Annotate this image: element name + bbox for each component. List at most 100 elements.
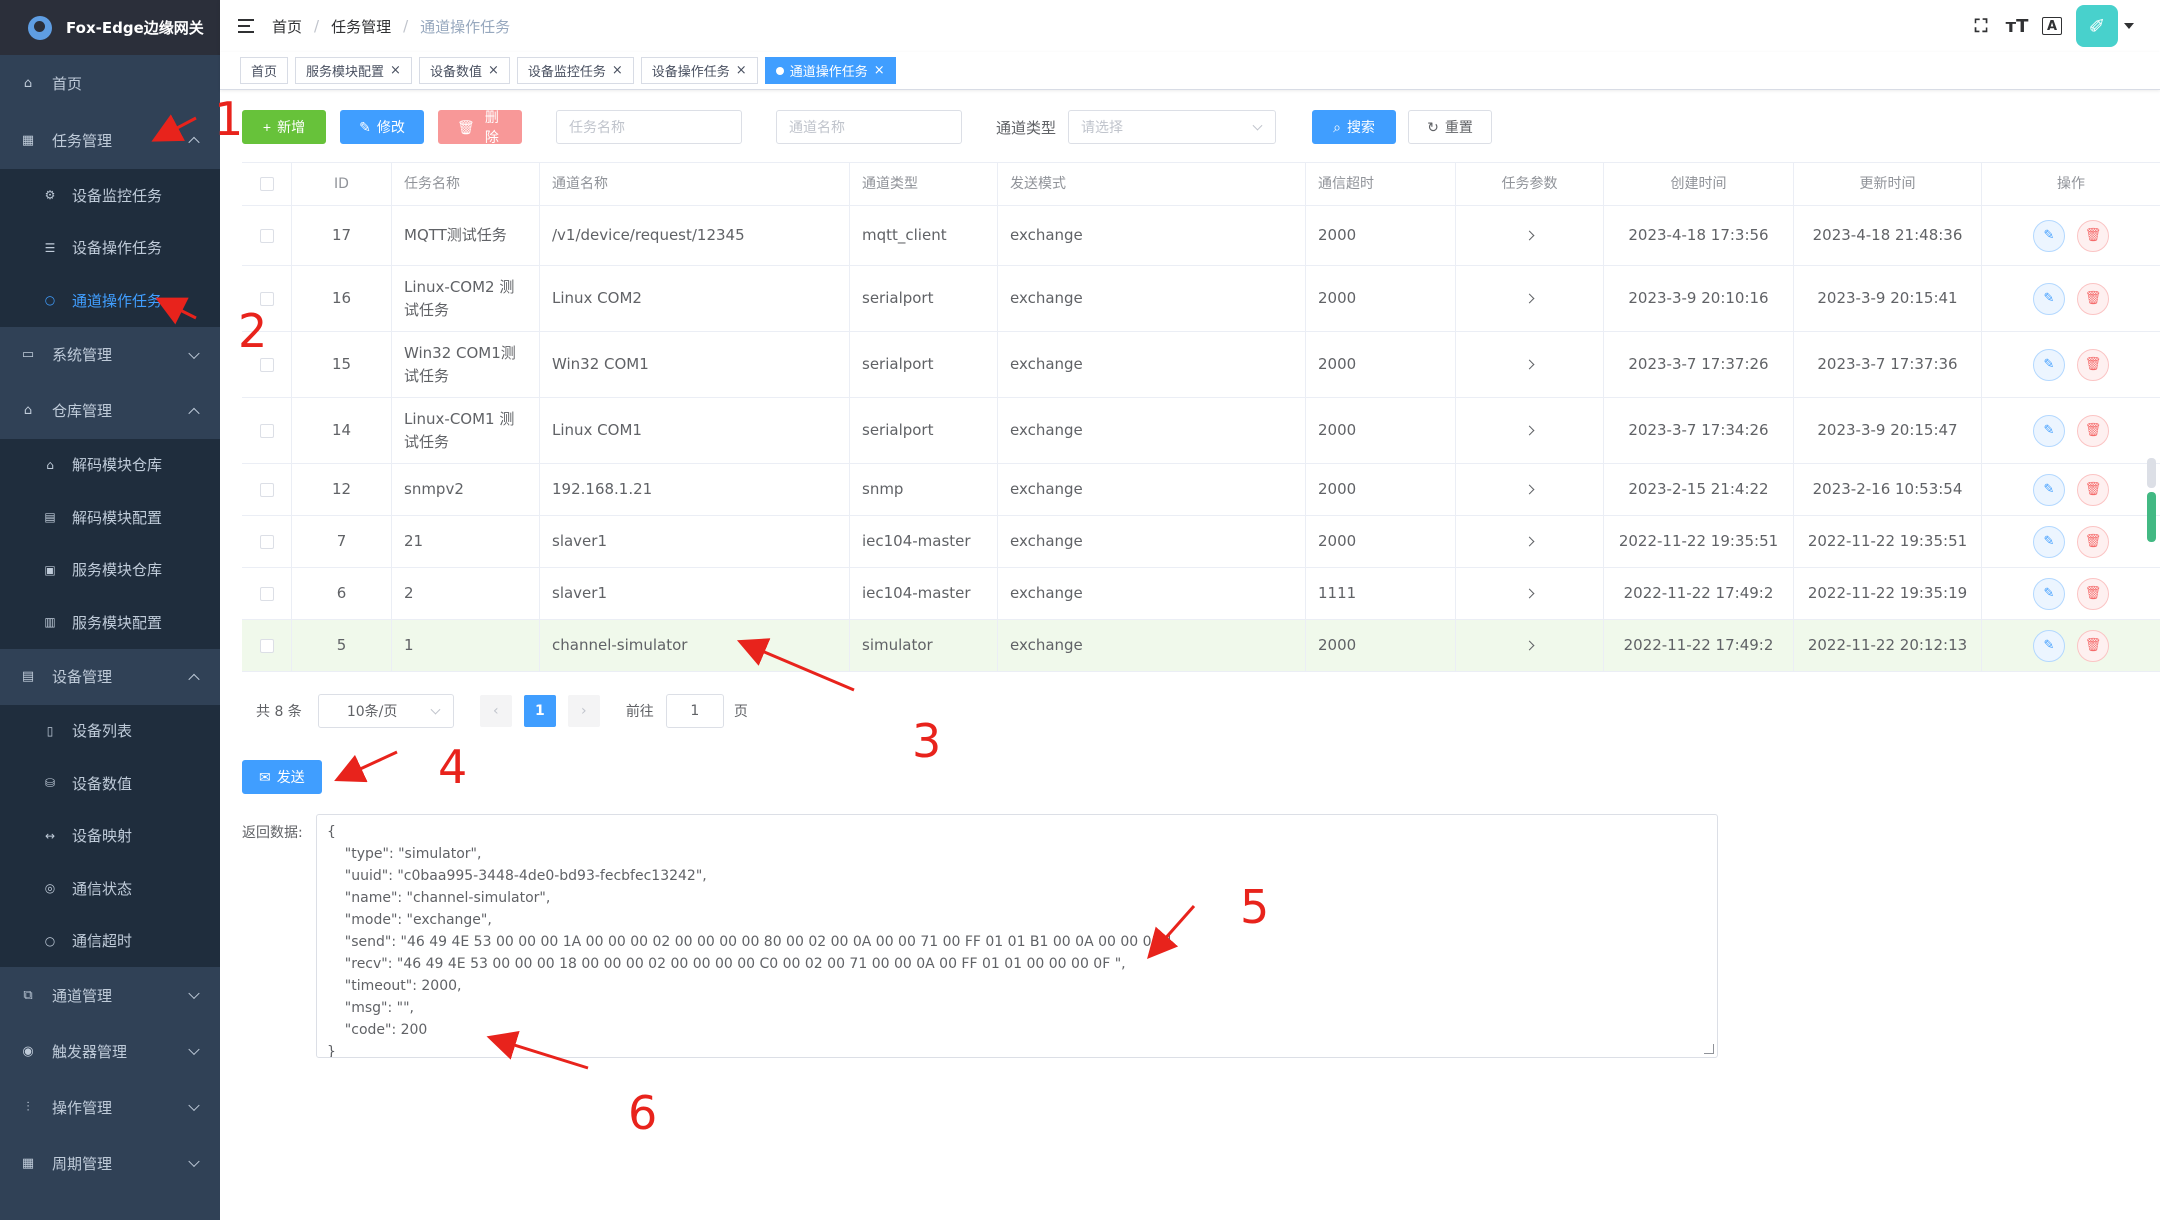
expand-chevron-icon[interactable] bbox=[1524, 536, 1535, 547]
font-size-icon[interactable]: ᴛT bbox=[2006, 15, 2029, 37]
prev-page-button[interactable]: ‹ bbox=[479, 695, 512, 727]
sidebar-item-device-management[interactable]: ▤ 设备管理 bbox=[0, 649, 220, 705]
expand-chevron-icon[interactable] bbox=[1524, 640, 1535, 651]
sidebar-item-service-config[interactable]: ▥ 服务模块配置 bbox=[0, 596, 220, 649]
cell-send-mode: exchange bbox=[998, 266, 1306, 331]
sidebar-item-task-management[interactable]: ▦ 任务管理 bbox=[0, 111, 220, 169]
row-edit-button[interactable]: ✎ bbox=[2033, 414, 2065, 447]
row-checkbox[interactable] bbox=[259, 482, 274, 497]
task-name-input[interactable]: 任务名称 bbox=[556, 110, 742, 144]
row-delete-button[interactable]: 🗑 bbox=[2077, 348, 2109, 381]
row-edit-button[interactable]: ✎ bbox=[2033, 348, 2065, 381]
close-icon[interactable]: × bbox=[612, 63, 623, 78]
sidebar-item-device-values[interactable]: ⛁ 设备数值 bbox=[0, 757, 220, 810]
sidebar-item-device-list[interactable]: ▯ 设备列表 bbox=[0, 705, 220, 758]
sidebar-item-system-management[interactable]: ▭ 系统管理 bbox=[0, 327, 220, 383]
avatar[interactable]: ✐ bbox=[2076, 5, 2118, 47]
table-row[interactable]: 14 Linux-COM1 测试任务 Linux COM1 serialport exc… bbox=[242, 398, 2160, 464]
sidebar-item-device-operate-task[interactable]: ☰ 设备操作任务 bbox=[0, 222, 220, 275]
sidebar-item-decoder-warehouse[interactable]: ⌂ 解码模块仓库 bbox=[0, 439, 220, 492]
page-size-select[interactable]: 10条/页 bbox=[317, 694, 454, 728]
sidebar-item-device-mapping[interactable]: ↔ 设备映射 bbox=[0, 810, 220, 863]
row-delete-button[interactable]: 🗑 bbox=[2077, 525, 2109, 558]
expand-chevron-icon[interactable] bbox=[1524, 588, 1535, 599]
scrollbar[interactable] bbox=[2147, 458, 2156, 548]
sidebar-item-trigger-management[interactable]: ◉ 触发器管理 bbox=[0, 1023, 220, 1079]
table-row[interactable]: 15 Win32 COM1测试任务 Win32 COM1 serialport exch… bbox=[242, 332, 2160, 398]
breadcrumb-task-management[interactable]: 任务管理 bbox=[331, 16, 391, 37]
page-number[interactable]: 1 bbox=[523, 695, 556, 727]
row-edit-button[interactable]: ✎ bbox=[2033, 629, 2065, 662]
add-button[interactable]: + 新增 bbox=[242, 110, 326, 144]
translate-icon[interactable]: A bbox=[2042, 17, 2062, 35]
next-page-button[interactable]: › bbox=[567, 695, 600, 727]
edit-button[interactable]: ✎ 修改 bbox=[340, 110, 424, 144]
row-edit-button[interactable]: ✎ bbox=[2033, 473, 2065, 506]
tag-device-values[interactable]: 设备数值 × bbox=[418, 57, 510, 84]
row-delete-button[interactable]: 🗑 bbox=[2077, 414, 2109, 447]
row-checkbox[interactable] bbox=[259, 534, 274, 549]
channel-name-input[interactable]: 通道名称 bbox=[776, 110, 962, 144]
close-icon[interactable]: × bbox=[488, 63, 499, 78]
sidebar-item-comm-status[interactable]: ◎ 通信状态 bbox=[0, 862, 220, 915]
close-icon[interactable]: × bbox=[390, 63, 401, 78]
select-all-checkbox[interactable] bbox=[259, 177, 274, 191]
fullscreen-icon[interactable]: ⛶ bbox=[1970, 15, 1992, 37]
row-delete-button[interactable]: 🗑 bbox=[2077, 282, 2109, 315]
tag-device-monitor-task[interactable]: 设备监控任务 × bbox=[516, 57, 634, 84]
table-row[interactable]: 6 2 slaver1 iec104-master exchange 1111 2022-1… bbox=[242, 568, 2160, 620]
breadcrumb-home[interactable]: 首页 bbox=[272, 16, 302, 37]
sidebar-item-operation-management[interactable]: ⫶ 操作管理 bbox=[0, 1079, 220, 1135]
table-row[interactable]: 5 1 channel-simulator simulator exchange 2000… bbox=[242, 620, 2160, 672]
logo[interactable]: Fox-Edge边缘网关 bbox=[0, 0, 220, 55]
expand-chevron-icon[interactable] bbox=[1524, 484, 1535, 495]
scrollbar-thumb[interactable] bbox=[2147, 492, 2156, 542]
caret-down-icon[interactable] bbox=[2124, 23, 2134, 29]
sidebar-item-channel-management[interactable]: ⧉ 通道管理 bbox=[0, 967, 220, 1023]
table-row[interactable]: 17 MQTT测试任务/v1/device/request/12345 mqtt_c… bbox=[242, 206, 2160, 266]
goto-page-input[interactable]: 1 bbox=[665, 694, 724, 728]
resize-handle-icon[interactable] bbox=[1704, 1044, 1714, 1054]
row-checkbox[interactable] bbox=[259, 638, 274, 653]
row-edit-button[interactable]: ✎ bbox=[2033, 525, 2065, 558]
close-icon[interactable]: × bbox=[736, 63, 747, 78]
table-row[interactable]: 12 snmpv2 192.168.1.21 snmp exchange 2000 2023… bbox=[242, 464, 2160, 516]
expand-chevron-icon[interactable] bbox=[1524, 230, 1535, 241]
sidebar-item-period-management[interactable]: ▦ 周期管理 bbox=[0, 1135, 220, 1191]
row-delete-button[interactable]: 🗑 bbox=[2077, 629, 2109, 662]
expand-chevron-icon[interactable] bbox=[1524, 293, 1535, 304]
sidebar-item-channel-operate-task[interactable]: ○ 通道操作任务 bbox=[0, 274, 220, 327]
row-checkbox[interactable] bbox=[259, 586, 274, 601]
row-checkbox[interactable] bbox=[259, 357, 274, 372]
send-button[interactable]: ✉ 发送 bbox=[242, 760, 322, 794]
row-edit-button[interactable]: ✎ bbox=[2033, 282, 2065, 315]
tag-channel-operate-task[interactable]: 通道操作任务 × bbox=[764, 57, 896, 84]
table-row[interactable]: 7 21 slaver1 iec104-master exchange 2000 2022-… bbox=[242, 516, 2160, 568]
row-delete-button[interactable]: 🗑 bbox=[2077, 473, 2109, 506]
close-icon[interactable]: × bbox=[874, 63, 885, 78]
tag-service-config[interactable]: 服务模块配置 × bbox=[295, 57, 412, 84]
row-checkbox[interactable] bbox=[259, 423, 274, 438]
sidebar-item-device-monitor-task[interactable]: ⚙ 设备监控任务 bbox=[0, 169, 220, 222]
reset-button[interactable]: ↻ 重置 bbox=[1408, 110, 1493, 144]
row-delete-button[interactable]: 🗑 bbox=[2077, 577, 2109, 610]
tag-device-operate-task[interactable]: 设备操作任务 × bbox=[640, 57, 758, 84]
row-delete-button[interactable]: 🗑 bbox=[2077, 219, 2109, 252]
return-data-textarea[interactable]: { "type": "simulator", "uuid": "c0baa995… bbox=[316, 814, 1718, 1058]
expand-chevron-icon[interactable] bbox=[1524, 425, 1535, 436]
table-row[interactable]: 16 Linux-COM2 测试任务 Linux COM2 serialport exc… bbox=[242, 266, 2160, 332]
delete-button[interactable]: 🗑 删除 bbox=[438, 109, 522, 145]
row-edit-button[interactable]: ✎ bbox=[2033, 577, 2065, 610]
expand-chevron-icon[interactable] bbox=[1524, 359, 1535, 370]
channel-type-select[interactable]: 请选择 bbox=[1068, 110, 1277, 144]
sidebar-item-home[interactable]: ⌂ 首页 bbox=[0, 55, 220, 111]
row-edit-button[interactable]: ✎ bbox=[2033, 219, 2065, 252]
hamburger-icon[interactable] bbox=[238, 18, 258, 34]
sidebar-item-decoder-config[interactable]: ▤ 解码模块配置 bbox=[0, 491, 220, 544]
sidebar-item-warehouse-management[interactable]: ⌂ 仓库管理 bbox=[0, 383, 220, 439]
sidebar-item-comm-timeout[interactable]: ○ 通信超时 bbox=[0, 915, 220, 968]
row-checkbox[interactable] bbox=[259, 228, 274, 243]
sidebar-item-service-warehouse[interactable]: ▣ 服务模块仓库 bbox=[0, 544, 220, 597]
search-button[interactable]: ⌕ 搜索 bbox=[1312, 110, 1397, 144]
tag-home[interactable]: 首页 bbox=[240, 57, 289, 84]
